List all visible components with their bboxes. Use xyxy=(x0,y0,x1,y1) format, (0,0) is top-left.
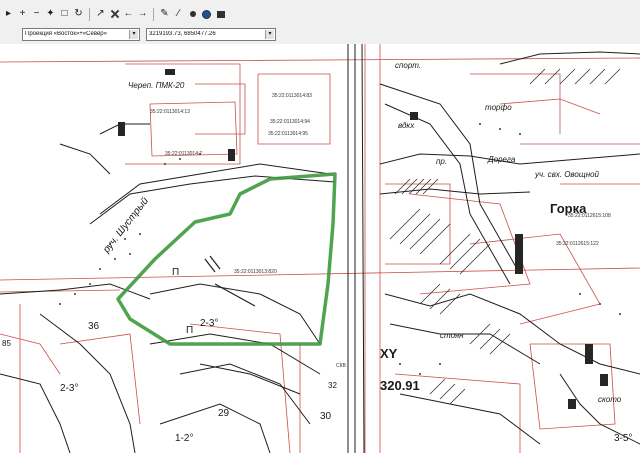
select-arrow-icon[interactable]: ▸ xyxy=(2,8,15,21)
map-label-36: 36 xyxy=(88,321,100,332)
map-label-dorega: Дорега xyxy=(488,155,516,164)
map-label-elevation: 320.91 xyxy=(380,378,420,393)
toolbar-separator xyxy=(89,7,90,21)
pan-icon[interactable]: ✦ xyxy=(44,8,57,21)
parcel-number-b: 35:22:0113014:94 xyxy=(270,119,310,125)
parcel-number-a: 35:22:0113014:13 xyxy=(150,109,190,115)
coordinates-field[interactable]: 3219193.73, 6850477.26 ▾ xyxy=(146,27,276,41)
stop-icon[interactable] xyxy=(214,8,227,21)
refresh-icon[interactable]: ↻ xyxy=(72,8,85,21)
parcel-number-d: 35:22:0113014:7 xyxy=(165,151,203,157)
map-label-slope-b: 1-2° xyxy=(175,433,194,444)
parcel-boundaries xyxy=(0,44,640,453)
slope-marks xyxy=(204,255,256,307)
map-label-ovoshch: уч. свх. Овощной xyxy=(535,170,599,179)
toolbar-separator xyxy=(153,7,154,21)
map-drawing xyxy=(0,44,640,453)
parcel-number-main: 35:22:0113013:820 xyxy=(234,269,277,275)
parcel-number-g: 35:22:0112615:122 xyxy=(556,241,599,247)
chevron-down-icon[interactable]: ▾ xyxy=(129,29,138,39)
zoom-in-icon[interactable]: + xyxy=(16,8,29,21)
map-label-skoto: ското xyxy=(598,395,622,404)
delete-icon[interactable] xyxy=(108,8,121,21)
map-label-p1: П xyxy=(172,267,180,278)
pencil-icon[interactable]: ✎ xyxy=(158,8,171,21)
zoom-out-icon[interactable]: − xyxy=(30,8,43,21)
circle-icon[interactable] xyxy=(200,8,213,21)
toolbar-row-tools: ▸ + − ✦ □ ↻ ↗ ← → ✎ ∕ xyxy=(2,4,227,24)
map-label-85: 85 xyxy=(2,339,11,348)
map-label-stoyan: стоян xyxy=(440,331,464,340)
dot-icon[interactable] xyxy=(186,8,199,21)
map-label-p2: П xyxy=(186,325,194,336)
map-label-pmk: Череп. ПМК-20 xyxy=(128,81,185,90)
parcel-number-f: 35:22:0112615:108 xyxy=(568,213,611,219)
line-icon[interactable]: ∕ xyxy=(172,8,185,21)
projection-select[interactable]: Проекция «Восток»+«Север» ▾ xyxy=(22,27,140,41)
map-label-32: 32 xyxy=(328,381,337,390)
map-label-vdkh: вдкх xyxy=(398,121,415,130)
map-label-slope-c: 3-5° xyxy=(614,433,633,444)
toolbar-row-fields: Проекция «Восток»+«Север» ▾ 3219193.73, … xyxy=(2,24,276,44)
map-viewer-window: ▸ + − ✦ □ ↻ ↗ ← → ✎ ∕ Проекция «Восток»+… xyxy=(0,0,640,453)
arrow-left-icon[interactable]: ← xyxy=(122,8,135,21)
map-canvas[interactable]: Череп. ПМК-20 руч. Шустрый Горка уч. свх… xyxy=(0,44,640,453)
map-label-torf: торфо xyxy=(485,103,512,112)
map-label-slope-a: 2-3° xyxy=(200,318,219,329)
parcel-number-e: 35:22:0113014:83 xyxy=(272,93,312,99)
toolbar: ▸ + − ✦ □ ↻ ↗ ← → ✎ ∕ Проекция «Восток»+… xyxy=(0,0,640,45)
map-label-ckb: СКВ xyxy=(336,363,346,369)
map-label-xy: XY xyxy=(380,346,398,361)
fit-icon[interactable]: □ xyxy=(58,8,71,21)
coordinates-value: 3219193.73, 6850477.26 xyxy=(149,31,216,37)
projection-select-value: Проекция «Восток»+«Север» xyxy=(25,31,107,37)
measure-icon[interactable]: ↗ xyxy=(94,8,107,21)
map-label-sport: спорт. xyxy=(395,61,422,70)
map-label-30: 30 xyxy=(320,411,332,422)
map-label-29: 29 xyxy=(218,408,230,419)
vegetation-dots xyxy=(59,123,621,375)
chevron-down-icon[interactable]: ▾ xyxy=(265,29,274,39)
arrow-right-icon[interactable]: → xyxy=(136,8,149,21)
parcel-number-c: 35:22:0113014:95 xyxy=(268,131,308,137)
map-label-slope-a2: 2-3° xyxy=(60,383,79,394)
topographic-lines xyxy=(0,44,640,453)
map-label-pr: пр. xyxy=(436,157,448,166)
